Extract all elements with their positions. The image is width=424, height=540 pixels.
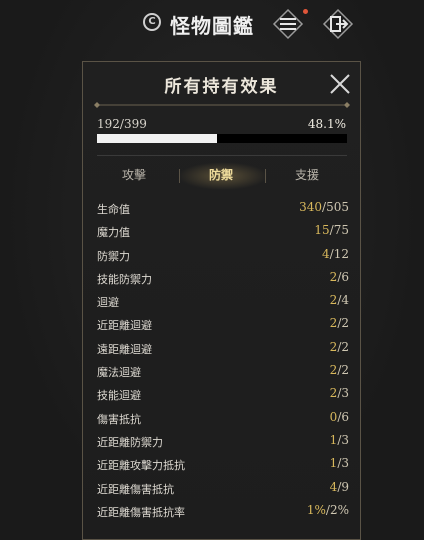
stat-row: 迴避 2/4	[97, 291, 349, 314]
stat-label: 近距離傷害抵抗	[97, 482, 174, 496]
stat-value: 1/3	[330, 433, 349, 447]
stat-total: 6	[341, 409, 349, 424]
stat-row: 生命值 340/505	[97, 198, 349, 221]
stat-value: 0/6	[330, 410, 349, 424]
stat-label: 技能防禦力	[97, 272, 152, 286]
stat-value: 4/9	[330, 480, 349, 494]
stat-row: 防禦力 4/12	[97, 245, 349, 268]
stat-total: 75	[333, 223, 349, 238]
menu-icon[interactable]	[272, 8, 304, 40]
stat-value: 4/12	[322, 247, 349, 261]
stat-total: 9	[341, 479, 349, 494]
stat-current: 340	[299, 200, 323, 214]
collection-progress-bar	[97, 134, 347, 143]
effects-panel: 所有持有效果 192/399 48.1% 攻擊 防禦 支援 生命值 340/505…	[82, 61, 361, 540]
stat-total: 3	[341, 432, 349, 447]
stat-total: 4	[341, 293, 349, 308]
tab-defense[interactable]: 防禦	[209, 166, 233, 183]
stat-total: 505	[326, 200, 349, 214]
stat-total: 3	[341, 456, 349, 471]
tab-separator	[265, 169, 266, 183]
stat-row: 近距離防禦力 1/3	[97, 431, 349, 454]
stat-label: 近距離傷害抵抗率	[97, 505, 185, 519]
stat-value: 2/4	[330, 293, 349, 307]
stat-label: 迴避	[97, 296, 119, 310]
stat-total: 12	[333, 246, 349, 261]
stat-label: 魔法迴避	[97, 366, 141, 380]
stat-label: 近距離迴避	[97, 319, 152, 333]
page-title: 怪物圖鑑	[170, 14, 254, 38]
stat-value: 2/6	[330, 270, 349, 284]
stat-current: 4	[322, 246, 330, 261]
collection-count: 192/399	[97, 117, 147, 131]
stat-row: 近距離傷害抵抗率 1%/2%	[97, 501, 349, 524]
stat-row: 傷害抵抗 0/6	[97, 408, 349, 431]
notification-dot	[303, 9, 308, 14]
progress-fill	[97, 134, 218, 143]
stat-label: 遠距離迴避	[97, 342, 152, 356]
stat-value: 2/3	[330, 386, 349, 400]
exit-icon[interactable]	[322, 8, 354, 40]
stat-total: 2%	[329, 502, 349, 517]
collection-percent: 48.1%	[307, 117, 346, 131]
stat-value: 15/75	[314, 223, 349, 237]
stat-row: 技能防禦力 2/6	[97, 268, 349, 291]
tab-separator	[179, 169, 180, 183]
stat-label: 生命值	[97, 203, 130, 216]
stat-row: 魔力值 15/75	[97, 221, 349, 244]
stat-current: 15	[314, 223, 330, 238]
stat-total: 2	[341, 316, 349, 331]
stat-total: 3	[341, 386, 349, 401]
stat-total: 6	[341, 269, 349, 284]
ornament-divider	[94, 102, 350, 108]
stats-list: 生命值 340/505 魔力值 15/75 防禦力 4/12 技能防禦力 2/6 迴避 2/4 近距…	[97, 198, 349, 524]
codex-icon: C	[143, 13, 161, 31]
stat-label: 魔力值	[97, 226, 130, 240]
stat-row: 近距離攻擊力抵抗 1/3	[97, 454, 349, 477]
tab-support[interactable]: 支援	[295, 166, 319, 183]
stat-row: 遠距離迴避 2/2	[97, 338, 349, 361]
stat-value: 2/2	[330, 363, 349, 377]
stat-value: 2/2	[330, 340, 349, 354]
stat-current: 1%	[306, 502, 326, 517]
panel-title: 所有持有效果	[164, 77, 279, 97]
close-icon[interactable]	[328, 72, 352, 96]
tab-attack[interactable]: 攻擊	[122, 166, 146, 183]
stat-value: 1/3	[330, 456, 349, 470]
stat-label: 近距離防禦力	[97, 435, 163, 449]
stat-value: 2/2	[330, 316, 349, 330]
stat-row: 技能迴避 2/3	[97, 384, 349, 407]
stat-row: 近距離傷害抵抗 4/9	[97, 478, 349, 501]
stat-total: 2	[341, 339, 349, 354]
divider-line	[97, 155, 347, 156]
stat-row: 魔法迴避 2/2	[97, 361, 349, 384]
stat-label: 防禦力	[97, 249, 130, 263]
stat-total: 2	[341, 363, 349, 378]
stat-value: 340/505	[299, 200, 349, 214]
stat-label: 傷害抵抗	[97, 412, 141, 426]
stat-row: 近距離迴避 2/2	[97, 314, 349, 337]
stat-label: 近距離攻擊力抵抗	[97, 459, 185, 473]
stat-value: 1%/2%	[307, 503, 349, 517]
top-bar: C 怪物圖鑑	[0, 0, 424, 50]
stat-label: 技能迴避	[97, 389, 141, 403]
tab-bar: 攻擊 防禦 支援	[83, 162, 360, 190]
